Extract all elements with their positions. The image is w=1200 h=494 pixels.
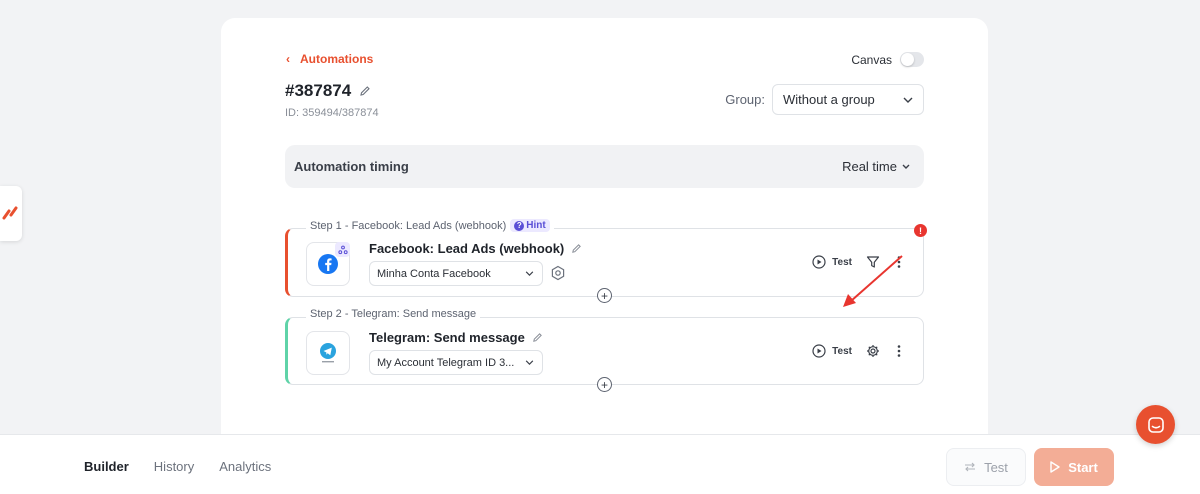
group-label: Group: [725, 92, 765, 107]
app-name-text: Telegram: Send message [369, 330, 525, 345]
step-legend: Step 1 - Facebook: Lead Ads (webhook) ? … [306, 219, 554, 232]
chevron-left-icon: ‹ [286, 52, 290, 66]
plus-icon: + [600, 377, 608, 392]
group-select[interactable]: Without a group [772, 84, 924, 115]
chevron-down-icon [525, 360, 534, 365]
webhook-icon [337, 245, 348, 254]
step-app-name: Facebook: Lead Ads (webhook) [369, 241, 582, 256]
step-card-facebook[interactable]: Step 1 - Facebook: Lead Ads (webhook) ? … [285, 219, 924, 297]
app-name-text: Facebook: Lead Ads (webhook) [369, 241, 565, 256]
view-tabs: Builder History Analytics [84, 459, 271, 474]
tab-builder[interactable]: Builder [84, 459, 129, 474]
account-select[interactable]: My Account Telegram ID 3... [369, 350, 543, 375]
annotation-arrow [843, 255, 903, 307]
webhook-badge [335, 242, 350, 257]
pencil-icon[interactable] [571, 243, 582, 254]
group-value: Without a group [783, 92, 875, 107]
chat-icon [1147, 416, 1164, 433]
step-legend: Step 2 - Telegram: Send message [306, 308, 481, 320]
swap-arrows-icon [965, 462, 976, 472]
timing-dropdown[interactable]: Real time [842, 159, 910, 174]
step-error-badge[interactable]: ! [914, 224, 927, 237]
timing-label: Automation timing [294, 159, 409, 174]
canvas-switch[interactable] [900, 52, 924, 67]
automation-card: ‹ Automations Canvas #387874 ID: 359494/… [221, 18, 988, 448]
add-step-button[interactable]: + [597, 377, 612, 392]
play-circle-icon [812, 344, 826, 358]
telegram-icon [320, 343, 336, 363]
more-vertical-icon[interactable] [892, 344, 906, 358]
pencil-icon[interactable] [359, 85, 371, 97]
plus-icon: + [600, 288, 608, 303]
chevron-down-icon [525, 271, 534, 276]
step-actions: Test [812, 344, 906, 358]
automation-title: #387874 [285, 81, 371, 101]
add-step-button[interactable]: + [597, 288, 612, 303]
start-automation-button[interactable]: Start [1034, 448, 1114, 486]
page-title: #387874 [285, 81, 352, 100]
test-label: Test [832, 345, 852, 357]
back-to-automations-link[interactable]: ‹ Automations [286, 52, 373, 66]
step-card-telegram[interactable]: Step 2 - Telegram: Send message Telegram… [285, 308, 924, 385]
question-icon: ? [514, 220, 525, 231]
step-legend-text: Step 1 - Facebook: Lead Ads (webhook) [310, 219, 507, 232]
bottom-toolbar: Builder History Analytics Test Start [0, 434, 1200, 494]
test-step-button[interactable]: Test [812, 344, 852, 358]
test-automation-button[interactable]: Test [946, 448, 1026, 486]
account-settings-icon[interactable] [550, 265, 566, 281]
timing-value: Real time [842, 159, 897, 174]
gear-icon[interactable] [866, 344, 880, 358]
canvas-toggle: Canvas [851, 52, 924, 67]
automation-id: ID: 359494/387874 [285, 107, 379, 119]
hint-label: Hint [526, 220, 546, 231]
hint-badge[interactable]: ? Hint [510, 219, 550, 232]
tab-analytics[interactable]: Analytics [219, 459, 271, 474]
pencil-icon[interactable] [532, 332, 543, 343]
test-button-label: Test [984, 459, 1008, 475]
back-label: Automations [300, 52, 374, 66]
automation-timing-bar[interactable]: Automation timing Real time [285, 145, 924, 188]
step-app-name: Telegram: Send message [369, 330, 543, 345]
tab-history[interactable]: History [154, 459, 194, 474]
canvas-label: Canvas [851, 52, 892, 67]
telegram-app-icon [306, 331, 350, 375]
facebook-icon [318, 254, 338, 274]
step-legend-text: Step 2 - Telegram: Send message [310, 308, 477, 320]
account-value: My Account Telegram ID 3... [377, 356, 515, 369]
group-selector: Group: Without a group [725, 84, 924, 115]
play-circle-icon [812, 255, 826, 269]
play-icon [1050, 461, 1060, 473]
account-value: Minha Conta Facebook [377, 267, 491, 280]
side-panel-tab[interactable] [0, 186, 22, 241]
brand-logo-icon [2, 206, 18, 220]
facebook-app-icon [306, 242, 350, 286]
chevron-down-icon [903, 97, 913, 103]
start-button-label: Start [1068, 459, 1098, 475]
chevron-down-icon [902, 164, 910, 169]
chat-launcher-button[interactable] [1136, 405, 1175, 444]
account-select[interactable]: Minha Conta Facebook [369, 261, 543, 286]
